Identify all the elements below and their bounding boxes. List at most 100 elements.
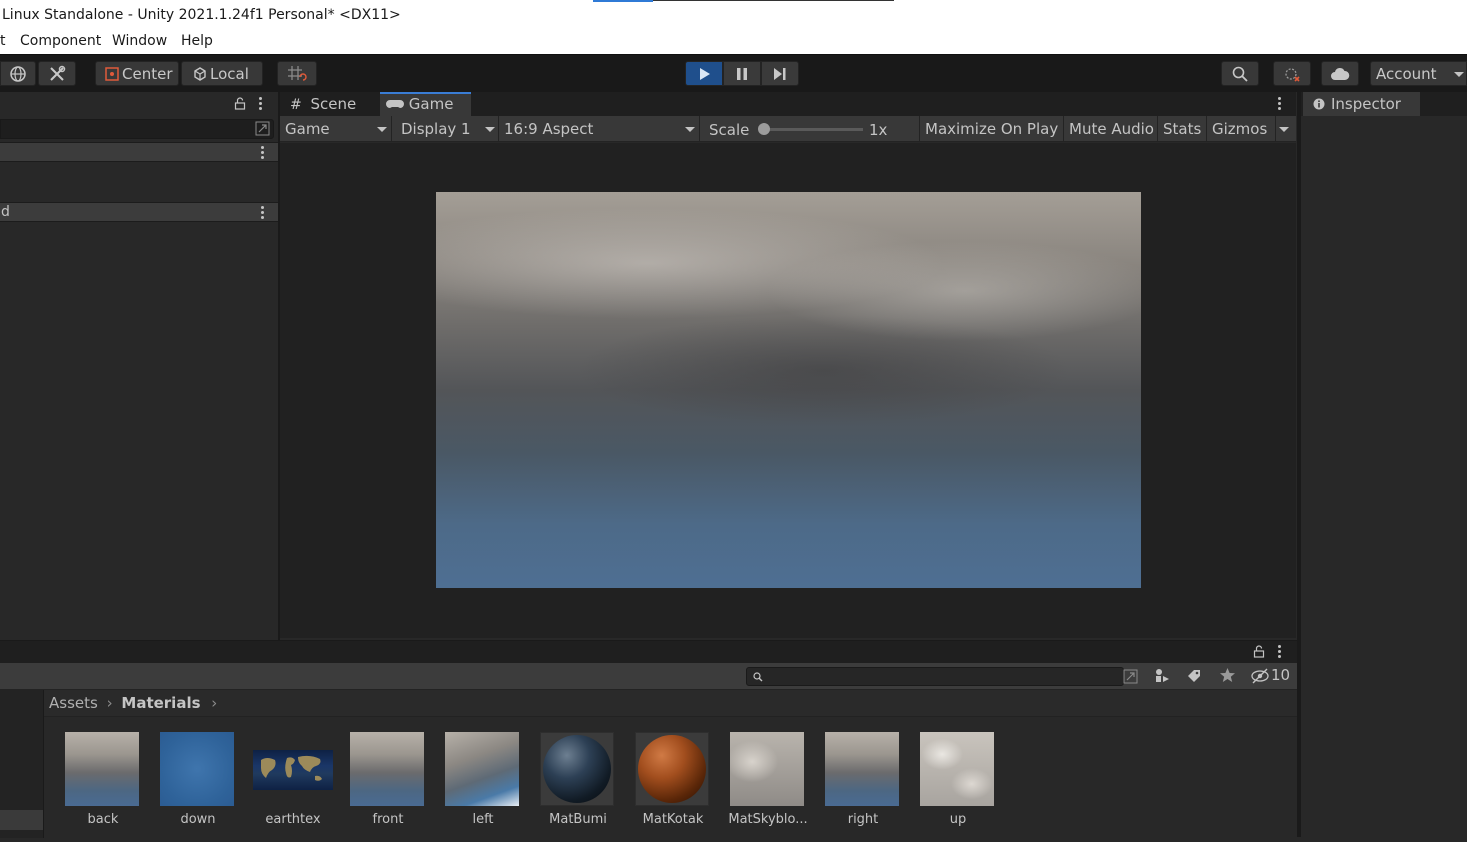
scene-row-label-2: d — [1, 204, 10, 220]
asset-item[interactable]: MatKotak — [630, 732, 710, 842]
account-dropdown[interactable]: Account — [1370, 61, 1467, 86]
gizmos-dropdown[interactable] — [1276, 116, 1296, 142]
scale-value: 1x — [869, 121, 888, 139]
chevron-down-icon — [1279, 127, 1289, 132]
play-button[interactable] — [685, 61, 723, 86]
star-icon[interactable] — [1219, 667, 1236, 684]
inspector-panel: Inspector — [1299, 92, 1467, 837]
custom-tools-button[interactable] — [38, 61, 76, 86]
pivot-local-button[interactable]: Local — [181, 61, 263, 86]
tab-scene-label: Scene — [310, 95, 357, 113]
search-dropdown-icon[interactable] — [255, 121, 270, 136]
asset-item[interactable]: back — [60, 732, 140, 842]
asset-label: left — [472, 812, 494, 827]
game-mode-dropdown[interactable]: Game — [280, 116, 392, 142]
scale-control: Scale 1x — [700, 116, 920, 142]
asset-label: back — [87, 812, 119, 827]
asset-item[interactable]: up — [915, 732, 995, 842]
window-title: Linux Standalone - Unity 2021.1.24f1 Per… — [2, 7, 401, 23]
lock-icon[interactable] — [234, 97, 246, 110]
project-menu-icon[interactable] — [1278, 645, 1282, 660]
step-button[interactable] — [761, 61, 799, 86]
cloud-button[interactable] — [1321, 61, 1359, 86]
aspect-label: 16:9 Aspect — [504, 120, 594, 138]
hierarchy-search-input[interactable] — [0, 119, 274, 139]
stats-toggle[interactable]: Stats — [1158, 116, 1207, 142]
breadcrumb-materials[interactable]: Materials — [121, 694, 200, 712]
asset-label: up — [949, 812, 967, 827]
menu-component[interactable]: Component — [20, 33, 101, 49]
search-button[interactable] — [1221, 61, 1259, 86]
project-folder-tree[interactable] — [0, 690, 44, 838]
asset-label: right — [847, 812, 879, 827]
hierarchy-menu-icon[interactable] — [259, 97, 263, 112]
asset-item[interactable]: MatBumi — [535, 732, 615, 842]
main-toolbar: Center Local Account — [0, 54, 1467, 92]
asset-item[interactable]: MatSkyblo... — [725, 732, 808, 842]
menu-window[interactable]: Window — [112, 33, 167, 49]
hidden-packages-icon[interactable] — [1251, 668, 1271, 684]
inspector-tabstrip: Inspector — [1301, 92, 1467, 116]
game-panel-tabstrip: # Scene Game — [280, 92, 1296, 116]
lock-icon[interactable] — [1253, 645, 1265, 658]
aspect-dropdown[interactable]: 16:9 Aspect — [499, 116, 700, 142]
gizmos-label: Gizmos — [1212, 120, 1268, 138]
pause-icon — [737, 67, 747, 80]
mute-audio-toggle[interactable]: Mute Audio — [1064, 116, 1158, 142]
game-view-toolbar: Game Display 1 16:9 Aspect Scale 1x Maxi… — [280, 116, 1296, 142]
display-dropdown[interactable]: Display 1 — [392, 116, 499, 142]
scene-menu-icon-2[interactable] — [261, 206, 265, 221]
collab-button[interactable] — [1273, 61, 1311, 86]
project-search-input[interactable] — [746, 667, 1138, 686]
filter-by-label-icon[interactable] — [1186, 668, 1202, 684]
menu-edit-partial[interactable]: t — [0, 33, 6, 49]
pivot-center-icon — [105, 66, 119, 81]
world-map-icon — [261, 755, 322, 781]
asset-item[interactable]: right — [820, 732, 900, 842]
game-panel-menu-icon[interactable] — [1278, 97, 1282, 112]
maximize-label: Maximize On Play — [925, 120, 1059, 138]
scene-menu-icon[interactable] — [261, 146, 265, 161]
asset-label: down — [180, 812, 216, 827]
asset-thumbnail — [65, 732, 139, 806]
pivot-center-button[interactable]: Center — [95, 61, 179, 86]
display-label: Display 1 — [401, 120, 471, 138]
game-mode-label: Game — [285, 120, 330, 138]
search-dropdown-icon[interactable] — [1123, 669, 1138, 684]
stats-label: Stats — [1163, 120, 1202, 138]
tab-game[interactable]: Game — [380, 92, 471, 116]
tab-inspector-label: Inspector — [1331, 95, 1401, 113]
maximize-on-play-toggle[interactable]: Maximize On Play — [920, 116, 1064, 142]
asset-item[interactable]: down — [155, 732, 235, 842]
rotate-tool-button[interactable] — [0, 61, 36, 86]
tab-inspector[interactable]: Inspector — [1303, 92, 1420, 116]
collab-icon — [1285, 67, 1300, 82]
gizmos-toggle[interactable]: Gizmos — [1207, 116, 1276, 142]
filter-by-type-icon[interactable] — [1154, 668, 1170, 684]
scale-slider-handle[interactable] — [758, 123, 770, 135]
menu-help[interactable]: Help — [181, 33, 213, 49]
breadcrumb-assets[interactable]: Assets — [49, 694, 98, 712]
asset-label: MatBumi — [549, 812, 607, 827]
hierarchy-scene-row-2[interactable]: d — [0, 202, 278, 222]
copper-sphere-icon — [638, 735, 706, 803]
asset-item[interactable]: left — [440, 732, 520, 842]
grid-snap-button[interactable] — [277, 61, 317, 86]
step-icon — [774, 67, 786, 80]
mute-label: Mute Audio — [1069, 120, 1154, 138]
folder-tree-selected-row[interactable] — [0, 810, 43, 830]
pause-button[interactable] — [723, 61, 761, 86]
asset-item[interactable]: earthtex — [250, 732, 333, 842]
asset-thumbnail — [445, 732, 519, 806]
project-search-bar: 10 — [0, 663, 1297, 690]
chevron-down-icon — [1454, 72, 1464, 77]
hierarchy-scene-row[interactable] — [0, 142, 278, 162]
search-icon — [753, 672, 763, 682]
project-panel: 10 Assets › Materials › back down eartht… — [0, 640, 1297, 838]
asset-item[interactable]: front — [345, 732, 425, 842]
scale-slider-track[interactable] — [763, 128, 863, 131]
tab-scene[interactable]: # Scene — [280, 92, 378, 116]
window-titlebar: Linux Standalone - Unity 2021.1.24f1 Per… — [0, 0, 1467, 30]
earth-sphere-icon — [543, 735, 611, 803]
asset-label: MatKotak — [642, 812, 704, 827]
